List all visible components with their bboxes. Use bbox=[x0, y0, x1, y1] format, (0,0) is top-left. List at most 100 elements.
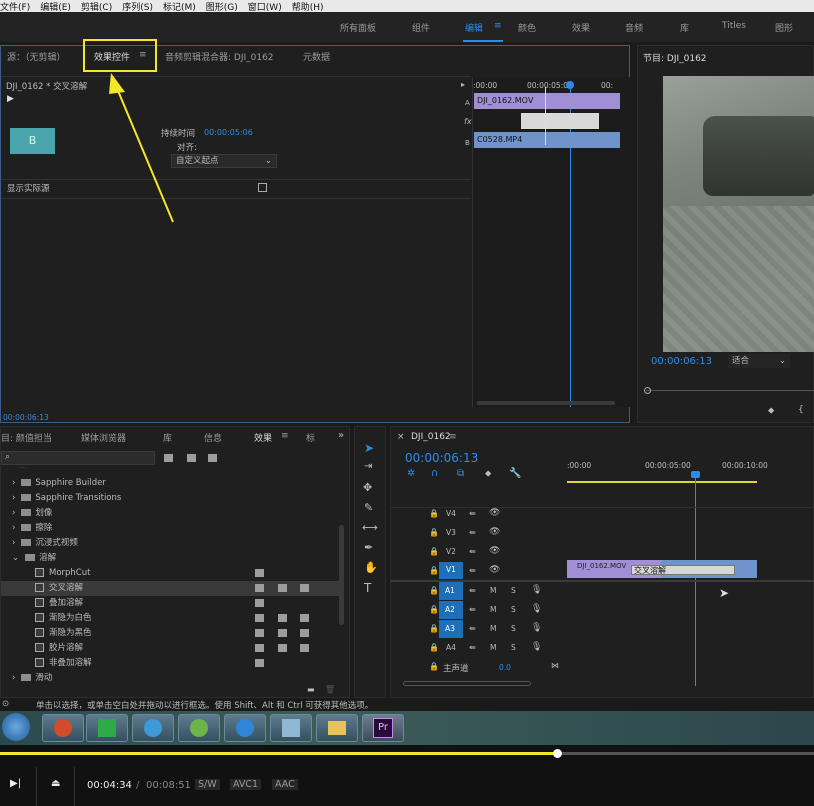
solo-button[interactable]: S bbox=[511, 586, 516, 595]
track-a1-target[interactable]: A1 bbox=[439, 582, 463, 600]
mini-timeline-scrollbar[interactable] bbox=[477, 401, 615, 405]
workspace-titles[interactable]: Titles bbox=[722, 21, 746, 31]
solo-button[interactable]: S bbox=[511, 605, 516, 614]
lock-icon[interactable]: 🔒 bbox=[429, 528, 439, 537]
accelerated-effects-icon[interactable] bbox=[164, 454, 173, 462]
menu-help[interactable]: 帮助(H) bbox=[292, 0, 324, 13]
lock-icon[interactable]: 🔒 bbox=[429, 605, 439, 614]
mute-button[interactable]: M bbox=[490, 586, 496, 595]
eject-icon[interactable]: ⏏ bbox=[51, 778, 60, 789]
sync-lock-icon[interactable]: ⇚ bbox=[469, 566, 476, 575]
track-select-icon[interactable]: ⇥ bbox=[364, 461, 372, 472]
razor-icon[interactable]: ✎ bbox=[364, 501, 373, 514]
workspace-editing[interactable]: 编辑 bbox=[465, 21, 483, 34]
program-scrub-handle[interactable] bbox=[644, 387, 651, 394]
tab-audio-clip-mixer[interactable]: 音频剪辑混合器: DJI_0162 bbox=[165, 50, 274, 63]
program-scrub-bar[interactable] bbox=[646, 390, 814, 391]
eye-icon[interactable]: 👁 bbox=[489, 565, 500, 575]
lock-icon[interactable]: 🔒 bbox=[429, 509, 439, 518]
solo-button[interactable]: S bbox=[511, 643, 516, 652]
sync-lock-icon[interactable]: ⇚ bbox=[469, 605, 476, 614]
sync-lock-icon[interactable]: ⇚ bbox=[469, 643, 476, 652]
sync-lock-icon[interactable]: ⇚ bbox=[469, 547, 476, 556]
menu-sequence[interactable]: 序列(S) bbox=[122, 0, 153, 13]
solo-button[interactable]: S bbox=[511, 624, 516, 633]
tab-markers[interactable]: 标 bbox=[306, 431, 315, 444]
mute-button[interactable]: M bbox=[490, 643, 496, 652]
workspace-effects[interactable]: 效果 bbox=[572, 21, 590, 34]
workspace-graphics[interactable]: 图形 bbox=[775, 21, 793, 34]
menu-window[interactable]: 窗口(W) bbox=[248, 0, 282, 13]
start-button-icon[interactable] bbox=[2, 713, 30, 741]
mute-button[interactable]: M bbox=[490, 624, 496, 633]
marker-icon[interactable]: ⬥ bbox=[768, 406, 774, 416]
microphone-icon[interactable]: 🎙 bbox=[531, 623, 542, 633]
mark-in-icon[interactable]: { bbox=[798, 405, 804, 415]
timeline-scrollbar[interactable] bbox=[403, 681, 531, 686]
linked-selection-icon[interactable]: ⧉ bbox=[457, 468, 464, 479]
tab-info[interactable]: 信息 bbox=[204, 431, 222, 444]
track-v1-target[interactable]: V1 bbox=[439, 562, 463, 579]
slip-tool-icon[interactable]: ⟷ bbox=[362, 521, 378, 534]
eye-icon[interactable]: 👁 bbox=[489, 527, 500, 537]
workspace-color[interactable]: 颜色 bbox=[518, 21, 536, 34]
tab-media-browser[interactable]: 媒体浏览器 bbox=[81, 431, 126, 444]
nest-icon[interactable]: ✲ bbox=[407, 468, 415, 479]
tab-metadata[interactable]: 元数据 bbox=[303, 50, 330, 63]
close-icon[interactable]: × bbox=[397, 432, 405, 442]
selection-tool-icon[interactable]: ➤ bbox=[364, 441, 374, 455]
timeline-timecode[interactable]: 00:00:06:13 bbox=[405, 451, 478, 465]
list-item[interactable]: 非叠加溶解 bbox=[1, 656, 341, 671]
list-item[interactable]: MorphCut bbox=[1, 566, 341, 581]
expand-arrow-icon[interactable]: ▸ bbox=[461, 80, 465, 89]
premiere-pro-icon[interactable]: Pr bbox=[362, 714, 404, 742]
mini-playhead-handle[interactable] bbox=[566, 81, 574, 89]
microphone-icon[interactable]: 🎙 bbox=[531, 604, 542, 614]
type-tool-icon[interactable]: T bbox=[364, 581, 371, 595]
lock-icon[interactable]: 🔒 bbox=[429, 566, 439, 575]
green-app-icon[interactable] bbox=[86, 714, 128, 742]
effects-scrollbar[interactable] bbox=[339, 525, 344, 625]
menu-graphics[interactable]: 图形(G) bbox=[206, 0, 238, 13]
list-item[interactable]: ⌄ 溶解 bbox=[1, 551, 341, 566]
list-item[interactable]: › 划像 bbox=[1, 506, 341, 521]
lock-icon[interactable]: 🔒 bbox=[429, 643, 439, 652]
list-item[interactable]: 叠加溶解 bbox=[1, 596, 341, 611]
sequence-tab[interactable]: DJI_0162 bbox=[411, 432, 451, 442]
list-item[interactable]: › 滑动 bbox=[1, 671, 341, 686]
menu-edit[interactable]: 编辑(E) bbox=[40, 0, 71, 13]
list-item[interactable]: › Sapphire Transitions bbox=[1, 491, 341, 506]
menu-file[interactable]: 文件(F) bbox=[0, 0, 30, 13]
microphone-icon[interactable]: 🎙 bbox=[531, 642, 542, 652]
clip-a[interactable]: DJI_0162.MOV bbox=[474, 93, 620, 109]
sync-lock-icon[interactable]: ⇚ bbox=[469, 528, 476, 537]
lock-icon[interactable]: 🔒 bbox=[429, 662, 439, 671]
microphone-icon[interactable]: 🎙 bbox=[531, 585, 542, 595]
menu-marker[interactable]: 标记(M) bbox=[163, 0, 196, 13]
timeline-playhead[interactable] bbox=[695, 472, 696, 686]
sync-lock-icon[interactable]: ⇚ bbox=[469, 624, 476, 633]
32bit-effects-icon[interactable] bbox=[187, 454, 196, 462]
media-player-icon[interactable] bbox=[42, 714, 84, 742]
effects-menu-icon[interactable]: ≡ bbox=[281, 431, 289, 441]
overflow-chevron-icon[interactable]: » bbox=[338, 430, 344, 441]
lock-icon[interactable]: 🔒 bbox=[429, 547, 439, 556]
play-next-icon[interactable]: ▶| bbox=[10, 778, 21, 789]
fit-dropdown[interactable]: 适合 ⌄ bbox=[728, 354, 790, 368]
cross-dissolve-transition[interactable]: 交叉溶解 bbox=[631, 565, 735, 575]
add-marker-icon[interactable]: ⬥ bbox=[485, 469, 491, 479]
chat-app-icon[interactable] bbox=[178, 714, 220, 742]
notes-app-icon[interactable] bbox=[270, 714, 312, 742]
mute-button[interactable]: M bbox=[490, 605, 496, 614]
eye-icon[interactable]: 👁 bbox=[489, 508, 500, 518]
program-title[interactable]: 节目: DJI_0162 bbox=[643, 51, 707, 64]
lock-icon[interactable]: 🔒 bbox=[429, 624, 439, 633]
yuv-effects-icon[interactable] bbox=[208, 454, 217, 462]
clip-b[interactable]: C0528.MP4 bbox=[474, 132, 620, 148]
workspace-menu-icon[interactable]: ≡ bbox=[494, 21, 502, 31]
tab-source[interactable]: 源：（无剪辑） bbox=[7, 50, 66, 63]
file-explorer-icon[interactable] bbox=[316, 714, 358, 742]
tab-libraries[interactable]: 库 bbox=[163, 431, 172, 444]
program-timecode[interactable]: 00:00:06:13 bbox=[651, 356, 712, 367]
lock-icon[interactable]: 🔒 bbox=[429, 586, 439, 595]
